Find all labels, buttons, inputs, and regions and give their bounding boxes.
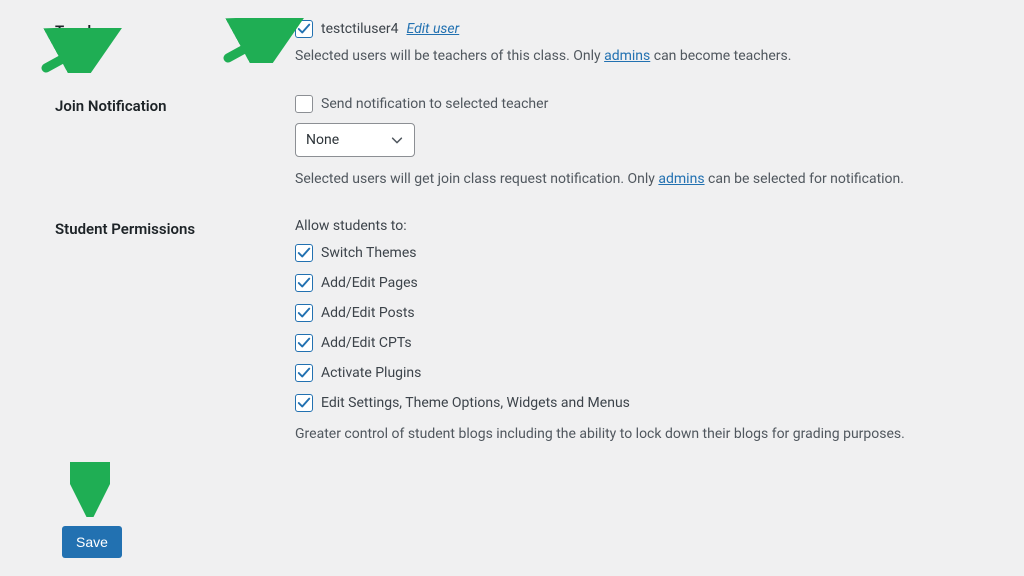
permission-label: Switch Themes	[321, 245, 416, 261]
teachers-row: Teachers testctiluser4 Edit user Selecte…	[55, 20, 984, 67]
check-icon	[297, 246, 311, 260]
check-icon	[297, 366, 311, 380]
arrow-annotation-icon	[70, 462, 110, 517]
permission-item: Add/Edit Posts	[295, 304, 984, 322]
permission-checkbox[interactable]	[295, 244, 313, 262]
permission-checkbox[interactable]	[295, 304, 313, 322]
chevron-down-icon	[390, 133, 404, 147]
student-permissions-content: Allow students to: Switch Themes Add/Edit…	[295, 218, 984, 445]
join-help-pre: Selected users will get join class reque…	[295, 171, 658, 187]
teacher-checkbox[interactable]	[295, 20, 313, 38]
join-help-post: can be selected for notification.	[705, 171, 904, 187]
teachers-help-post: can become teachers.	[650, 48, 791, 64]
permission-checkbox[interactable]	[295, 274, 313, 292]
student-permissions-label: Student Permissions	[55, 218, 295, 238]
student-permissions-row: Student Permissions Allow students to: S…	[55, 218, 984, 445]
admins-link-2[interactable]: admins	[658, 171, 704, 187]
check-icon	[297, 276, 311, 290]
permission-checkbox[interactable]	[295, 394, 313, 412]
join-notification-label: Join Notification	[55, 95, 295, 115]
check-icon	[297, 22, 311, 36]
teachers-label: Teachers	[55, 20, 295, 40]
check-icon	[297, 336, 311, 350]
teacher-username: testctiluser4	[321, 21, 399, 37]
permission-label: Add/Edit Pages	[321, 275, 418, 291]
permission-label: Add/Edit Posts	[321, 305, 415, 321]
permissions-intro: Allow students to:	[295, 218, 984, 234]
teacher-select-value: None	[306, 132, 339, 148]
join-notification-row: Join Notification Send notification to s…	[55, 95, 984, 190]
teachers-help-pre: Selected users will be teachers of this …	[295, 48, 604, 64]
teacher-user-line: testctiluser4 Edit user	[295, 20, 984, 38]
send-notification-checkbox[interactable]	[295, 95, 313, 113]
permissions-list: Switch Themes Add/Edit Pages Add/Edit Post…	[295, 244, 984, 412]
teachers-help: Selected users will be teachers of this …	[295, 46, 984, 67]
edit-user-link[interactable]: Edit user	[407, 21, 460, 37]
permission-item: Switch Themes	[295, 244, 984, 262]
check-icon	[297, 306, 311, 320]
permission-item: Add/Edit CPTs	[295, 334, 984, 352]
teacher-select[interactable]: None	[295, 123, 415, 157]
permission-item: Add/Edit Pages	[295, 274, 984, 292]
permission-label: Activate Plugins	[321, 365, 421, 381]
permission-checkbox[interactable]	[295, 334, 313, 352]
join-notification-help: Selected users will get join class reque…	[295, 169, 984, 190]
permission-item: Activate Plugins	[295, 364, 984, 382]
send-notification-label: Send notification to selected teacher	[321, 96, 548, 112]
save-button[interactable]: Save	[62, 526, 122, 558]
admins-link[interactable]: admins	[604, 48, 650, 64]
join-notification-content: Send notification to selected teacher No…	[295, 95, 984, 190]
check-icon	[297, 396, 311, 410]
permission-checkbox[interactable]	[295, 364, 313, 382]
teachers-content: testctiluser4 Edit user Selected users w…	[295, 20, 984, 67]
join-notification-line: Send notification to selected teacher	[295, 95, 984, 113]
permission-item: Edit Settings, Theme Options, Widgets an…	[295, 394, 984, 412]
permission-label: Add/Edit CPTs	[321, 335, 412, 351]
permissions-help: Greater control of student blogs includi…	[295, 424, 984, 445]
permission-label: Edit Settings, Theme Options, Widgets an…	[321, 395, 630, 411]
